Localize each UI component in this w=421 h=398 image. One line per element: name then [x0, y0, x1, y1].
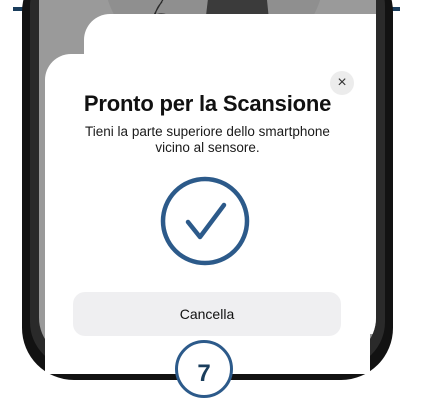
- dialog-title: Pronto per la Scansione: [83, 91, 332, 116]
- scan-dialog: × Pronto per la Scansione Tieni la parte…: [45, 54, 370, 374]
- description-line-1: Tieni la parte superiore dello smartphon…: [85, 124, 330, 139]
- dialog-description: Tieni la parte superiore dello smartphon…: [45, 124, 370, 156]
- cancel-button[interactable]: Cancella: [73, 292, 341, 336]
- close-icon: ×: [337, 74, 347, 91]
- step-badge: 7: [175, 340, 233, 398]
- description-line-2: vicino al sensore.: [155, 140, 260, 155]
- check-circle-icon: [160, 176, 250, 266]
